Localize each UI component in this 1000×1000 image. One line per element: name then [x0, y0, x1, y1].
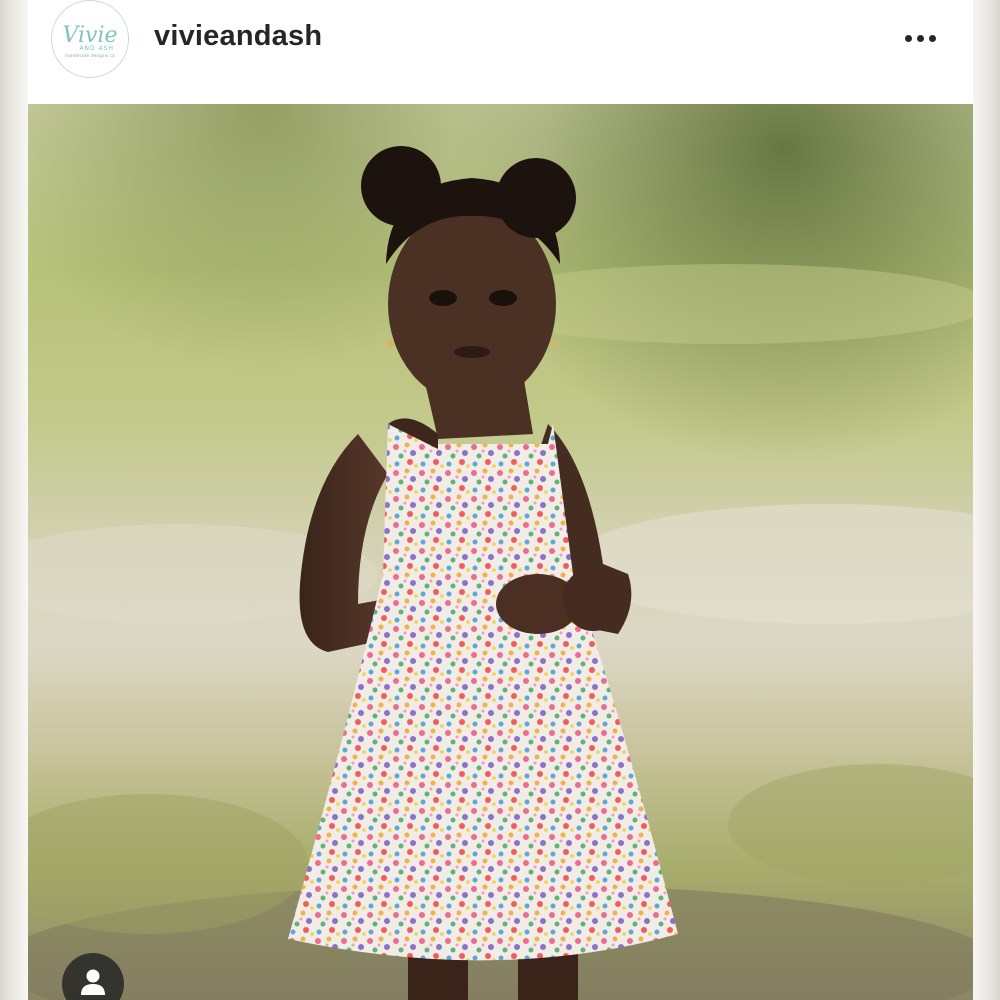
- profile-avatar[interactable]: Vivie AND ASH handmade designs co: [51, 0, 129, 78]
- more-horizontal-icon: [904, 34, 912, 42]
- post-username[interactable]: vivieandash: [154, 20, 322, 53]
- more-horizontal-icon-dot: [928, 34, 936, 42]
- post-header: Vivie AND ASH handmade designs co viviea…: [28, 0, 973, 104]
- post-photo-image: [28, 104, 973, 1000]
- more-options-button[interactable]: [896, 22, 944, 54]
- logo-sub-text: AND ASH: [79, 45, 114, 52]
- user-tag-icon: [81, 969, 105, 995]
- logo-tagline: handmade designs co: [65, 54, 115, 59]
- instagram-post: Vivie AND ASH handmade designs co viviea…: [28, 0, 973, 1000]
- logo-script-text: Vivie: [62, 23, 118, 48]
- post-photo[interactable]: [28, 104, 973, 1000]
- more-horizontal-icon-dot: [916, 34, 924, 42]
